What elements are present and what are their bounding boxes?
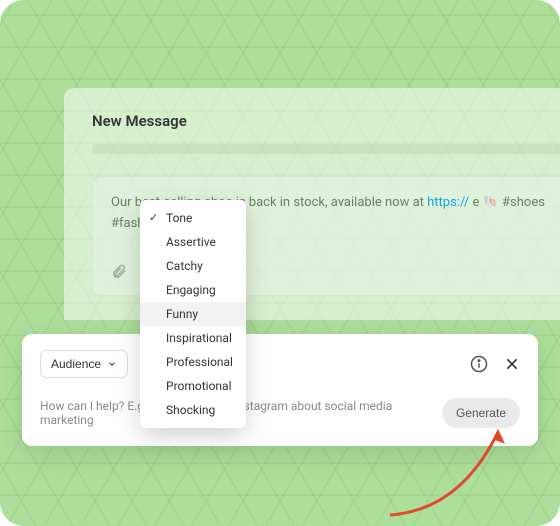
tone-option-assertive[interactable]: Assertive — [140, 230, 246, 254]
tone-option-engaging[interactable]: Engaging — [140, 278, 246, 302]
generate-button[interactable]: Generate — [442, 398, 520, 428]
chevron-down-icon — [107, 359, 117, 369]
tone-option-promotional[interactable]: Promotional — [140, 374, 246, 398]
audience-button[interactable]: Audience — [40, 350, 128, 378]
compose-link[interactable]: https:// — [427, 195, 469, 210]
tone-dropdown: ToneAssertiveCatchyEngagingFunnyInspirat… — [140, 200, 246, 428]
tone-option-funny[interactable]: Funny — [140, 302, 246, 326]
tone-option-catchy[interactable]: Catchy — [140, 254, 246, 278]
tab-bar-placeholder — [92, 144, 560, 154]
new-message-card: New Message Our best-selling shoe is bac… — [64, 88, 560, 320]
tone-option-professional[interactable]: Professional — [140, 350, 246, 374]
info-icon[interactable] — [470, 355, 488, 373]
close-icon[interactable] — [504, 356, 520, 372]
tone-option-inspirational[interactable]: Inspirational — [140, 326, 246, 350]
ai-assist-panel: Audience How can I help? E.g. write a po… — [22, 334, 538, 446]
audience-label: Audience — [51, 357, 101, 371]
tone-option-tone[interactable]: Tone — [140, 206, 246, 230]
tone-option-shocking[interactable]: Shocking — [140, 398, 246, 422]
attachment-icon[interactable] — [111, 263, 127, 279]
new-message-title: New Message — [92, 112, 560, 130]
